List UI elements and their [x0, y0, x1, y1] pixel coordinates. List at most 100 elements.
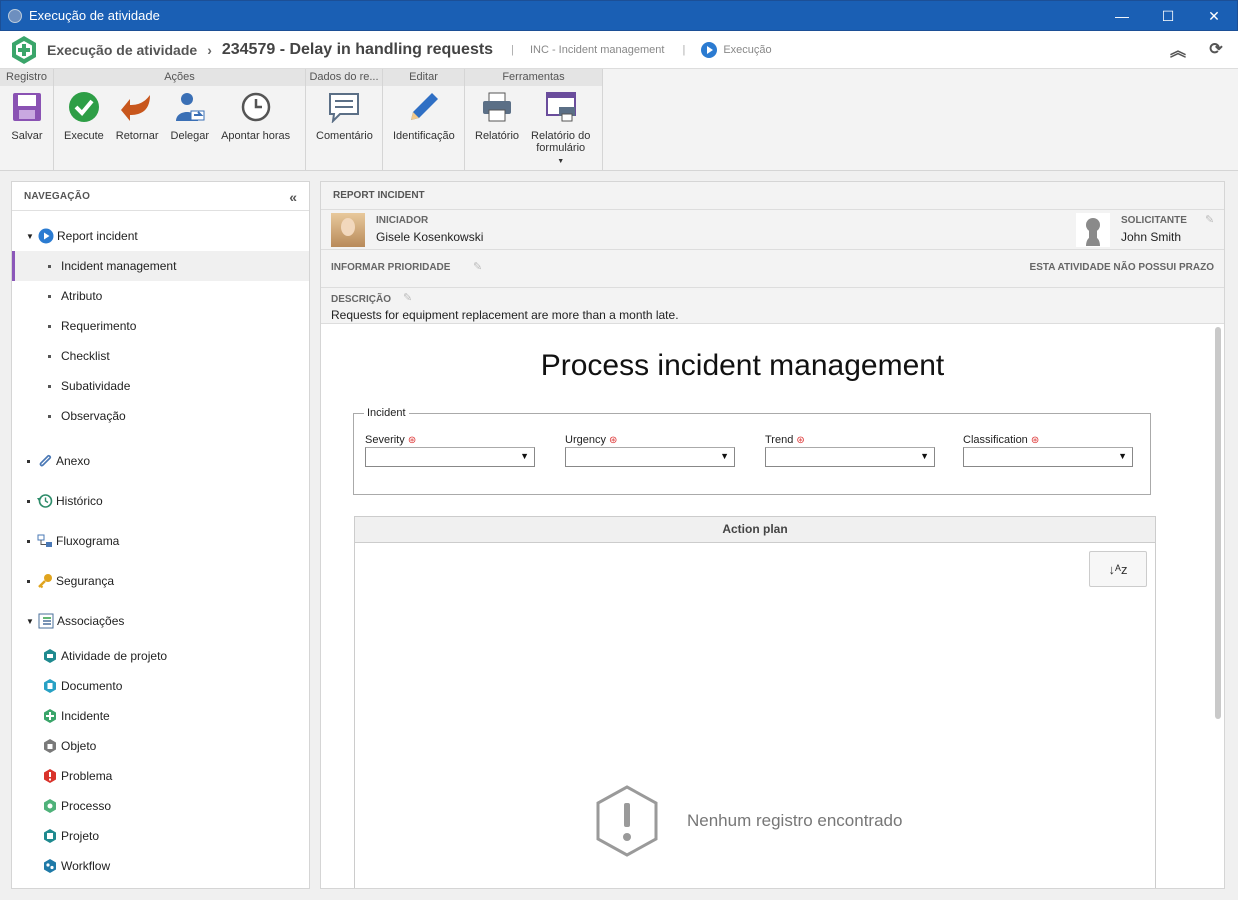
expand-down-icon[interactable]: ▼ — [26, 232, 34, 241]
sort-button[interactable]: ↓ᴬz — [1089, 551, 1147, 587]
ribbon-group-title: Dados do re... — [306, 69, 382, 86]
classification-select[interactable] — [963, 447, 1133, 467]
solicitante-label: SOLICITANTE — [1121, 215, 1187, 226]
nav-assoc-incidente[interactable]: Incidente — [12, 701, 309, 731]
identificacao-button[interactable]: Identificação — [387, 90, 461, 142]
nav-assoc-projeto[interactable]: Projeto — [12, 821, 309, 851]
content-panel: REPORT INCIDENT INICIADOR Gisele Kosenko… — [320, 181, 1225, 889]
comment-icon — [327, 90, 361, 124]
form-scrollbar[interactable] — [1215, 327, 1221, 719]
comment-button[interactable]: Comentário — [310, 90, 379, 142]
urgency-field: Urgency ⊛ — [565, 434, 735, 467]
iniciador-name: Gisele Kosenkowski — [376, 230, 484, 244]
workflow-icon — [44, 859, 56, 873]
deadline-status: ESTA ATIVIDADE NÃO POSSUI PRAZO — [1029, 262, 1214, 273]
ribbon-group-acoes: Ações Execute Retornar Delegar Apontar h… — [54, 69, 306, 170]
save-button[interactable]: Salvar — [0, 90, 54, 142]
ribbon-group-title: Registro — [0, 69, 53, 86]
collapse-panel-icon[interactable]: « — [289, 189, 297, 205]
page-title: 234579 - Delay in handling requests — [221, 40, 494, 58]
iniciador-label: INICIADOR — [376, 215, 429, 226]
process-icon — [44, 799, 56, 813]
priority-row: INFORMAR PRIORIDADE ✎ ESTA ATIVIDADE NÃO… — [321, 250, 1224, 288]
check-icon — [67, 90, 101, 124]
execute-button[interactable]: Execute — [58, 90, 110, 142]
sort-az-icon: ↓ᴬz — [1108, 561, 1128, 577]
nav-subitem-atributo[interactable]: Atributo — [12, 281, 309, 311]
nav-subitem-observacao[interactable]: Observação — [12, 401, 309, 431]
action-plan-grid: Action plan ↓ᴬz Nenhum registro encontra… — [354, 516, 1156, 888]
collapse-up-icon[interactable]: ︽ — [1168, 39, 1188, 60]
required-icon: ⊛ — [609, 435, 618, 446]
warning-hexagon-icon — [596, 785, 658, 857]
nav-assoc-processo[interactable]: Processo — [12, 791, 309, 821]
associations-icon — [38, 613, 54, 629]
save-icon — [10, 90, 44, 124]
breadcrumb-separator: | — [682, 43, 686, 56]
participants-row: INICIADOR Gisele Kosenkowski SOLICITANTE… — [321, 210, 1224, 250]
dropdown-arrow-icon[interactable]: ▼ — [557, 156, 564, 168]
nav-assoc-objeto[interactable]: Objeto — [12, 731, 309, 761]
avatar-solicitante — [1076, 213, 1110, 247]
app-icon — [8, 8, 22, 23]
expand-down-icon[interactable]: ▼ — [26, 617, 34, 626]
breadcrumb-module[interactable]: Execução de atividade — [47, 42, 197, 58]
edit-description-icon[interactable]: ✎ — [403, 291, 412, 304]
softexpert-logo-icon — [12, 35, 36, 64]
report-button[interactable]: Relatório — [469, 90, 525, 168]
ribbon-group-dados: Dados do re... Comentário — [306, 69, 383, 170]
pencil-icon — [407, 90, 441, 124]
nav-subitem-incident-management[interactable]: Incident management — [12, 251, 309, 281]
nav-item-fluxograma[interactable]: Fluxograma — [12, 521, 309, 561]
breadcrumb-separator: | — [511, 43, 514, 56]
nav-subitem-requerimento[interactable]: Requerimento — [12, 311, 309, 341]
delegate-icon — [173, 90, 207, 124]
nav-subitem-subatividade[interactable]: Subatividade — [12, 371, 309, 401]
nav-assoc-documento[interactable]: Documento — [12, 671, 309, 701]
apontar-horas-button[interactable]: Apontar horas — [215, 90, 296, 142]
nav-assoc-atividade-projeto[interactable]: Atividade de projeto — [12, 641, 309, 671]
return-button[interactable]: Retornar — [110, 90, 165, 142]
urgency-select[interactable] — [565, 447, 735, 467]
edit-priority-icon[interactable]: ✎ — [473, 260, 482, 273]
trend-field: Trend ⊛ — [765, 434, 935, 467]
nav-item-seguranca[interactable]: Segurança — [12, 561, 309, 601]
problem-icon — [44, 769, 56, 783]
content-title: REPORT INCIDENT — [321, 182, 1224, 210]
paperclip-icon — [37, 453, 53, 469]
nav-subitem-checklist[interactable]: Checklist — [12, 341, 309, 371]
required-icon: ⊛ — [407, 435, 417, 446]
avatar-iniciador — [331, 213, 365, 247]
maximize-button[interactable]: ☐ — [1145, 1, 1191, 31]
empty-state: Nenhum registro encontrado — [595, 785, 902, 857]
description-text: Requests for equipment replacement are m… — [331, 308, 679, 322]
play-circle-icon — [38, 228, 54, 244]
ribbon-group-registro: Registro Salvar — [0, 69, 54, 170]
breadcrumb-header: Execução de atividade › 234579 - Delay i… — [0, 31, 1238, 69]
delegate-button[interactable]: Delegar — [165, 90, 216, 142]
ribbon-filler — [603, 69, 1238, 170]
nav-assoc-workflow[interactable]: Workflow — [12, 851, 309, 881]
edit-solicitante-icon[interactable]: ✎ — [1205, 213, 1214, 226]
clock-icon — [239, 90, 273, 124]
nav-item-report-incident[interactable]: ▼ Report incident — [12, 221, 309, 251]
trend-select[interactable] — [765, 447, 935, 467]
project-icon — [44, 829, 56, 843]
object-icon — [44, 739, 56, 753]
project-activity-icon — [44, 649, 56, 663]
close-button[interactable]: ✕ — [1191, 1, 1237, 31]
incident-icon — [44, 709, 56, 723]
refresh-icon[interactable]: ⟳ — [1206, 39, 1226, 59]
ribbon-group-title: Ações — [54, 69, 305, 86]
nav-item-historico[interactable]: Histórico — [12, 481, 309, 521]
form-area: Process incident management Incident Sev… — [321, 325, 1224, 888]
nav-item-anexo[interactable]: Anexo — [12, 441, 309, 481]
ribbon-group-title: Editar — [383, 69, 464, 86]
ribbon-group-ferramentas: Ferramentas Relatório Relatório do formu… — [465, 69, 603, 170]
minimize-button[interactable]: — — [1099, 1, 1145, 31]
nav-item-associacoes[interactable]: ▼ Associações — [12, 601, 309, 641]
nav-assoc-problema[interactable]: Problema — [12, 761, 309, 791]
severity-select[interactable] — [365, 447, 535, 467]
form-report-button[interactable]: Relatório do formulário ▼ — [525, 90, 596, 168]
window-titlebar: Execução de atividade — ☐ ✕ — [0, 0, 1238, 31]
